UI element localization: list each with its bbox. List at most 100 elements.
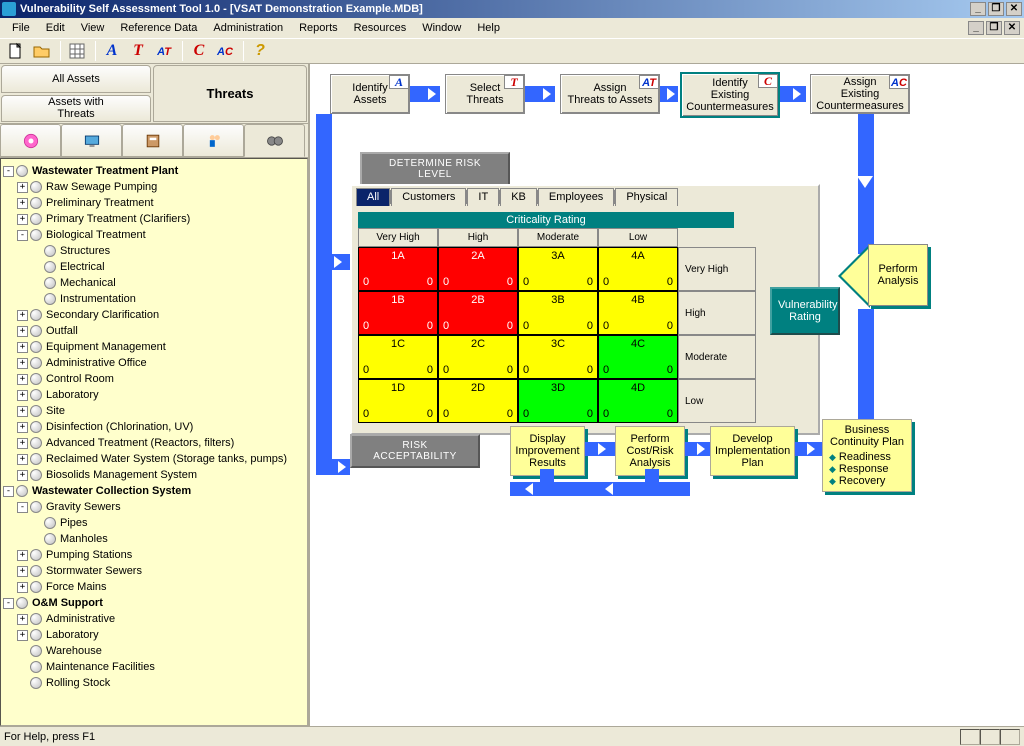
cat-customers-icon[interactable] [244, 124, 305, 157]
cat-physical-icon[interactable] [0, 124, 61, 157]
expand-icon[interactable]: + [17, 582, 28, 593]
tree-node[interactable]: -Wastewater Treatment Plant [3, 163, 305, 179]
tab-all-assets[interactable]: All Assets [1, 65, 151, 93]
collapse-icon[interactable]: - [17, 502, 28, 513]
tree-node[interactable]: +Outfall [17, 323, 305, 339]
vulnerability-rating-box[interactable]: Vulnerability Rating [770, 287, 840, 335]
expand-icon[interactable]: + [17, 630, 28, 641]
tree-node[interactable]: +Control Room [17, 371, 305, 387]
matrix-cell-4D[interactable]: 4D00 [598, 379, 678, 423]
assign-countermeasures-button[interactable]: AC [213, 40, 237, 62]
matrix-tab-employees[interactable]: Employees [538, 188, 614, 206]
matrix-tab-kb[interactable]: KB [500, 188, 537, 206]
cat-employees-icon[interactable] [183, 124, 244, 157]
risk-acceptability-button[interactable]: RISK ACCEPTABILITY [350, 434, 480, 468]
determine-risk-button[interactable]: DETERMINE RISK LEVEL [360, 152, 510, 186]
mdi-close-button[interactable]: ✕ [1004, 21, 1020, 35]
mdi-minimize-button[interactable]: _ [968, 21, 984, 35]
countermeasures-button[interactable]: C [187, 40, 211, 62]
menu-file[interactable]: File [4, 20, 38, 36]
tree-node[interactable]: +Secondary Clarification [17, 307, 305, 323]
tree-node[interactable]: Mechanical [31, 275, 305, 291]
matrix-cell-3A[interactable]: 3A00 [518, 247, 598, 291]
tab-assets-with-threats[interactable]: Assets with Threats [1, 95, 151, 123]
tree-node[interactable]: +Primary Treatment (Clarifiers) [17, 211, 305, 227]
perform-analysis-box[interactable]: Perform Analysis [868, 244, 928, 306]
assign-threats-button[interactable]: AT [152, 40, 176, 62]
tree-node[interactable]: Structures [31, 243, 305, 259]
tree-node[interactable]: -O&M Support [3, 595, 305, 611]
matrix-tab-physical[interactable]: Physical [615, 188, 678, 206]
tree-node[interactable]: +Equipment Management [17, 339, 305, 355]
tree-node[interactable]: Electrical [31, 259, 305, 275]
develop-plan-box[interactable]: Develop Implementation Plan [710, 426, 795, 476]
tree-node[interactable]: +Raw Sewage Pumping [17, 179, 305, 195]
matrix-cell-4A[interactable]: 4A00 [598, 247, 678, 291]
wf-assign-countermeasures[interactable]: Assign Existing CountermeasuresAC [810, 74, 910, 114]
tree-node[interactable]: +Reclaimed Water System (Storage tanks, … [17, 451, 305, 467]
expand-icon[interactable]: + [17, 438, 28, 449]
expand-icon[interactable]: + [17, 406, 28, 417]
expand-icon[interactable]: + [17, 550, 28, 561]
tree-node[interactable]: Pipes [31, 515, 305, 531]
expand-icon[interactable]: + [17, 454, 28, 465]
matrix-cell-2B[interactable]: 2B00 [438, 291, 518, 335]
maximize-button[interactable]: ❐ [988, 2, 1004, 16]
grid-button[interactable] [65, 40, 89, 62]
cat-it-icon[interactable] [61, 124, 122, 157]
matrix-cell-2D[interactable]: 2D00 [438, 379, 518, 423]
menu-edit[interactable]: Edit [38, 20, 73, 36]
matrix-tab-it[interactable]: IT [467, 188, 499, 206]
minimize-button[interactable]: _ [970, 2, 986, 16]
wf-select-threats[interactable]: Select ThreatsT [445, 74, 525, 114]
tree-node[interactable]: +Site [17, 403, 305, 419]
matrix-tab-all[interactable]: All [356, 188, 390, 206]
menu-resources[interactable]: Resources [346, 20, 415, 36]
matrix-tab-customers[interactable]: Customers [391, 188, 466, 206]
close-button[interactable]: ✕ [1006, 2, 1022, 16]
matrix-cell-3D[interactable]: 3D00 [518, 379, 598, 423]
threats-button[interactable]: T [126, 40, 150, 62]
menu-view[interactable]: View [73, 20, 113, 36]
expand-icon[interactable]: + [17, 310, 28, 321]
expand-icon[interactable]: + [17, 614, 28, 625]
wf-identify-countermeasures[interactable]: Identify Existing CountermeasuresC [680, 72, 780, 118]
expand-icon[interactable]: + [17, 422, 28, 433]
matrix-cell-4C[interactable]: 4C00 [598, 335, 678, 379]
collapse-icon[interactable]: - [3, 598, 14, 609]
menu-help[interactable]: Help [469, 20, 508, 36]
matrix-cell-1A[interactable]: 1A00 [358, 247, 438, 291]
matrix-cell-3B[interactable]: 3B00 [518, 291, 598, 335]
tree-node[interactable]: Rolling Stock [17, 675, 305, 691]
assets-button[interactable]: A [100, 40, 124, 62]
matrix-cell-1B[interactable]: 1B00 [358, 291, 438, 335]
tree-node[interactable]: -Gravity Sewers [17, 499, 305, 515]
tree-node[interactable]: +Disinfection (Chlorination, UV) [17, 419, 305, 435]
matrix-cell-1D[interactable]: 1D00 [358, 379, 438, 423]
tree-node[interactable]: +Pumping Stations [17, 547, 305, 563]
tree-node[interactable]: Maintenance Facilities [17, 659, 305, 675]
expand-icon[interactable]: + [17, 182, 28, 193]
matrix-cell-4B[interactable]: 4B00 [598, 291, 678, 335]
asset-tree[interactable]: -Wastewater Treatment Plant+Raw Sewage P… [0, 158, 308, 726]
tree-node[interactable]: +Administrative [17, 611, 305, 627]
collapse-icon[interactable]: - [3, 166, 14, 177]
cat-kb-icon[interactable] [122, 124, 183, 157]
tree-node[interactable]: +Laboratory [17, 387, 305, 403]
tree-node[interactable]: Warehouse [17, 643, 305, 659]
expand-icon[interactable]: + [17, 214, 28, 225]
collapse-icon[interactable]: - [3, 486, 14, 497]
expand-icon[interactable]: + [17, 342, 28, 353]
tree-node[interactable]: +Preliminary Treatment [17, 195, 305, 211]
tree-node[interactable]: +Force Mains [17, 579, 305, 595]
wf-assign-threats[interactable]: Assign Threats to AssetsAT [560, 74, 660, 114]
tree-node[interactable]: -Wastewater Collection System [3, 483, 305, 499]
open-button[interactable] [30, 40, 54, 62]
tree-node[interactable]: +Advanced Treatment (Reactors, filters) [17, 435, 305, 451]
help-button[interactable]: ? [248, 40, 272, 62]
menu-window[interactable]: Window [414, 20, 469, 36]
matrix-cell-3C[interactable]: 3C00 [518, 335, 598, 379]
tree-node[interactable]: +Laboratory [17, 627, 305, 643]
tree-node[interactable]: Manholes [31, 531, 305, 547]
collapse-icon[interactable]: - [17, 230, 28, 241]
